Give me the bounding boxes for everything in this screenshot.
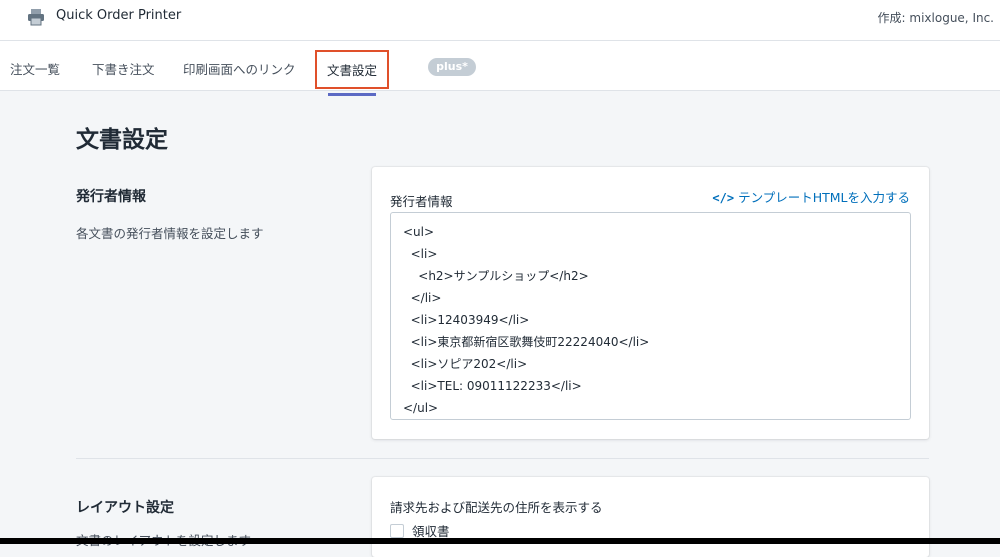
bottom-edge [0,538,1000,544]
printer-icon [28,9,44,26]
top-bar: Quick Order Printer 作成: mixlogue, Inc. [0,0,1000,41]
layout-card: 請求先および配送先の住所を表示する 領収書 [372,477,929,557]
issuer-section-desc: 各文書の発行者情報を設定します [76,226,264,241]
layout-section-title: レイアウト設定 [76,500,174,516]
issuer-section-title: 発行者情報 [76,189,146,205]
tab-document-settings-label: 文書設定 [327,63,378,78]
plus-badge[interactable]: plus* [428,58,476,76]
address-display-label: 請求先および配送先の住所を表示する [390,500,603,515]
template-html-link[interactable]: </> テンプレートHTMLを入力する [712,187,910,206]
section-divider [76,458,929,459]
tab-document-settings[interactable]: 文書設定 [315,50,390,96]
template-html-link-label: テンプレートHTMLを入力する [738,190,910,205]
code-icon: </> [712,191,735,205]
issuer-field-label: 発行者情報 [390,194,453,209]
tab-print-link[interactable]: 印刷画面へのリンク [183,59,296,78]
receipt-checkbox[interactable] [390,523,404,538]
issuer-card: 発行者情報 </> テンプレートHTMLを入力する <ul> <li> <h2>サ… [372,167,929,439]
active-tab-indicator [328,93,377,96]
tab-order-list[interactable]: 注文一覧 [10,59,60,78]
tab-draft-orders[interactable]: 下書き注文 [92,59,155,78]
page-title: 文書設定 [76,127,168,153]
issuer-html-textarea[interactable]: <ul> <li> <h2>サンプルショップ</h2> </li> <li>12… [390,212,911,420]
app-title: Quick Order Printer [56,8,182,23]
author-label: 作成: mixlogue, Inc. [877,11,994,25]
